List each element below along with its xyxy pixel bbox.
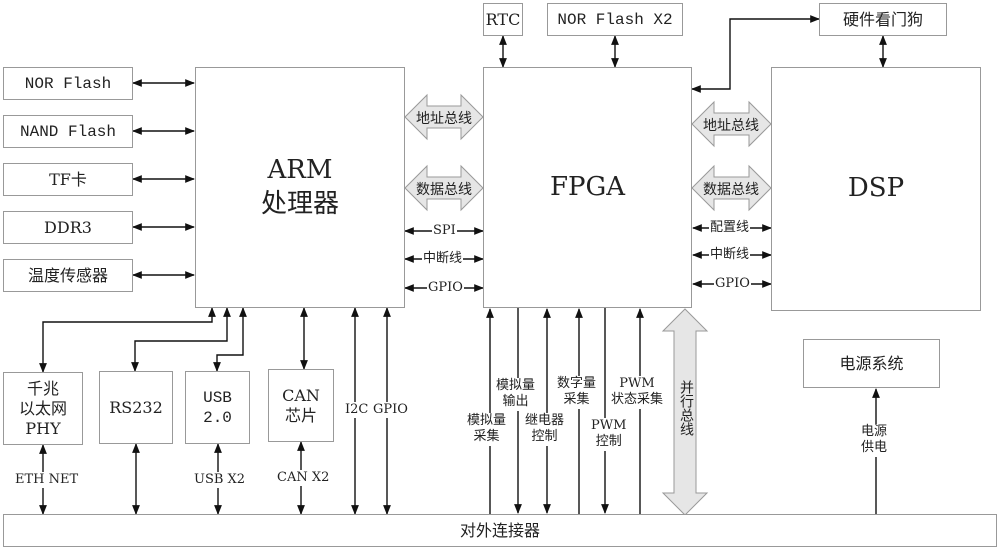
fpga-dsp-addr-bus-label: 地址总线: [703, 118, 759, 134]
dsp-label: DSP: [847, 173, 905, 204]
can-chip-label: CAN 芯片: [282, 385, 320, 425]
arm-label: ARM: [267, 154, 333, 185]
usb-label: USB 2.0: [203, 388, 232, 427]
nor-flash-x2-box: NOR Flash X2: [547, 3, 683, 36]
power-supply-label: 电源 供电: [860, 424, 889, 457]
relay-control-label: 继电器 控制: [524, 413, 566, 446]
nor-flash-label: NOR Flash: [24, 74, 112, 93]
tf-card-box: TF卡: [3, 163, 133, 196]
digital-input-label: 数字量 采集: [556, 376, 598, 409]
rtc-box: RTC: [483, 3, 523, 36]
fpga-dsp-data-bus-label: 数据总线: [703, 182, 759, 198]
arm-fpga-data-bus-label: 数据总线: [416, 182, 472, 198]
arm-irq-label: 中断线: [422, 251, 464, 268]
ethernet-phy-label: 千兆 以太网 PHY: [18, 378, 67, 438]
dsp-box: DSP: [771, 67, 981, 311]
rs232-label: RS232: [109, 397, 163, 417]
config-line-label: 配置线: [709, 220, 751, 237]
fpga-box: FPGA: [483, 67, 692, 308]
dsp-irq-label: 中断线: [709, 247, 751, 264]
nor-flash-box: NOR Flash: [3, 67, 133, 100]
ethernet-phy-box: 千兆 以太网 PHY: [3, 372, 83, 445]
ddr3-label: DDR3: [44, 217, 92, 237]
usb-box: USB 2.0: [185, 371, 250, 444]
eth-net-label: ETH NET: [14, 472, 80, 489]
spi-label: SPI: [432, 223, 457, 240]
temp-sensor-label: 温度传感器: [27, 265, 108, 285]
watchdog-label: 硬件看门狗: [842, 9, 923, 29]
arm-processor-label: 处理器: [260, 188, 339, 219]
arm-gpio-label: GPIO: [427, 280, 464, 297]
nand-flash-box: NAND Flash: [3, 115, 133, 148]
external-connector-box: 对外连接器: [3, 514, 997, 547]
dsp-gpio-label: GPIO: [714, 276, 751, 293]
arrow-arm-rs232: [131, 307, 231, 372]
arrow-arm-usb: [213, 307, 247, 372]
nand-flash-label: NAND Flash: [19, 122, 116, 141]
arrow-arm-eth: [39, 307, 216, 373]
i2c-label: I2C: [344, 402, 370, 419]
temp-sensor-box: 温度传感器: [3, 259, 133, 292]
watchdog-box: 硬件看门狗: [819, 3, 947, 36]
analog-input-label: 模拟量 采集: [466, 413, 508, 446]
pwm-control-label: PWM 控制: [590, 418, 628, 451]
external-connector-label: 对外连接器: [459, 520, 540, 540]
rtc-label: RTC: [485, 9, 521, 29]
fpga-label: FPGA: [549, 171, 626, 202]
can-x2-label: CAN X2: [276, 470, 331, 487]
power-system-label: 电源系统: [839, 353, 904, 373]
ext-gpio-label: GPIO: [372, 402, 409, 419]
ddr3-box: DDR3: [3, 211, 133, 244]
can-chip-box: CAN 芯片: [268, 369, 334, 442]
pwm-status-label: PWM 状态采集: [610, 376, 665, 409]
nor-flash-x2-label: NOR Flash X2: [557, 10, 673, 29]
power-system-box: 电源系统: [803, 339, 940, 388]
analog-output-label: 模拟量 输出: [495, 378, 537, 411]
tf-card-label: TF卡: [49, 169, 87, 189]
parallel-bus-label: 并行总线: [678, 380, 694, 436]
arm-processor-box: ARM 处理器: [195, 67, 405, 308]
usb-x2-label: USB X2: [193, 472, 247, 489]
rs232-box: RS232: [99, 371, 173, 444]
arm-fpga-addr-bus-label: 地址总线: [416, 111, 472, 127]
